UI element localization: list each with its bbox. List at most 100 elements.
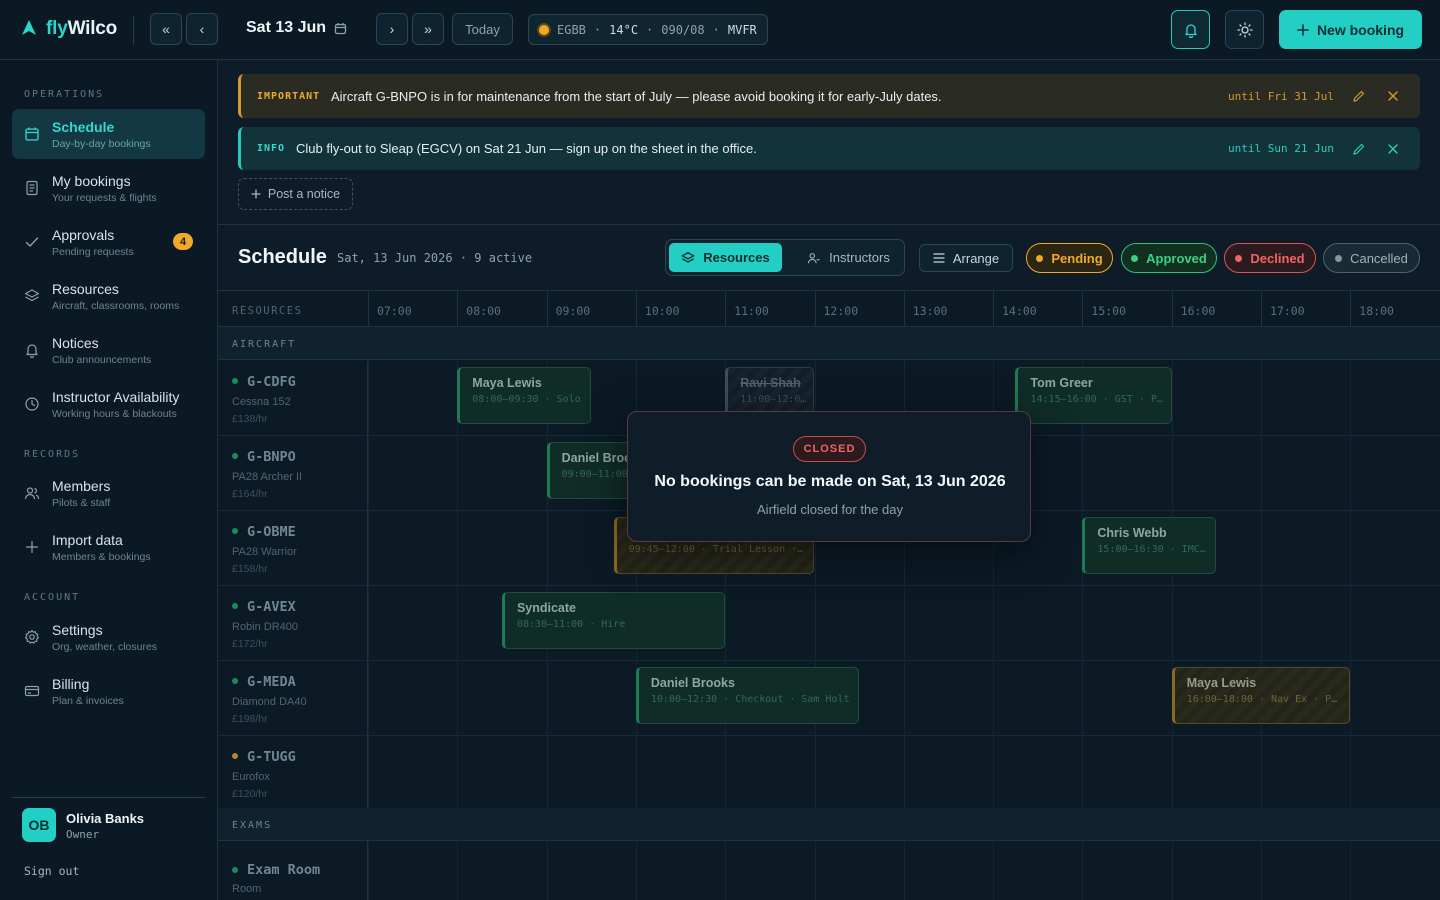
resource-row[interactable]: G-AVEX Robin DR400 £172/hr: [218, 586, 1440, 661]
sidebar-item-instructor-availability[interactable]: Instructor Availability Working hours & …: [12, 379, 205, 429]
gear-icon: [24, 629, 40, 644]
sign-out-link[interactable]: Sign out: [24, 864, 79, 878]
sidebar-item-subtitle: Day-by-day bookings: [52, 138, 151, 150]
booking-block[interactable]: Maya Lewis 08:00–09:30 · Solo: [457, 367, 592, 424]
chevron-right-icon: ›: [389, 21, 395, 37]
pencil-icon[interactable]: [1352, 142, 1366, 156]
theme-toggle-button[interactable]: [1225, 10, 1264, 49]
sidebar-item-notices[interactable]: Notices Club announcements: [12, 325, 205, 375]
sidebar-item-title: My bookings: [52, 173, 131, 189]
sidebar-item-settings[interactable]: Settings Org, weather, closures: [12, 612, 205, 662]
close-icon[interactable]: [1386, 142, 1400, 156]
resource-row[interactable]: Exam Room Room: [218, 841, 1440, 900]
group-header-aircraft: AIRCRAFT: [218, 327, 1440, 360]
filter-approved[interactable]: Approved: [1121, 243, 1217, 273]
avatar[interactable]: OB: [22, 808, 56, 842]
next-day-button[interactable]: ›: [376, 13, 408, 45]
resource-row[interactable]: G-TUGG Eurofox £120/hr: [218, 736, 1440, 811]
hour-label: 15:00: [1091, 304, 1127, 318]
brand-logo[interactable]: flyWilco: [20, 18, 117, 40]
sidebar-item-resources[interactable]: Resources Aircraft, classrooms, rooms: [12, 271, 205, 321]
sidebar-item-billing[interactable]: Billing Plan & invoices: [12, 666, 205, 716]
resource-label[interactable]: Exam Room Room: [218, 841, 368, 900]
prev-day-button[interactable]: ‹: [186, 13, 218, 45]
next-week-button[interactable]: »: [412, 13, 444, 45]
hour-column-header: 08:00: [457, 291, 546, 328]
prev-week-button[interactable]: «: [150, 13, 182, 45]
hour-label: 12:00: [823, 304, 859, 318]
sidebar-item-approvals[interactable]: Approvals Pending requests 4: [12, 217, 205, 267]
time-header: RESOURCES 07:00 08:00 09:00 10:00 11:00 12:00…: [218, 290, 1440, 328]
post-notice-button[interactable]: Post a notice: [238, 178, 353, 210]
notice-tag: IMPORTANT: [257, 90, 321, 102]
filter-cancelled[interactable]: Cancelled: [1323, 243, 1420, 273]
close-icon[interactable]: [1386, 89, 1400, 103]
sidebar-item-title: Settings: [52, 622, 103, 638]
new-booking-button[interactable]: New booking: [1279, 10, 1422, 49]
hour-column-header: 07:00: [368, 291, 457, 328]
plus-icon: [25, 540, 39, 554]
today-button[interactable]: Today: [452, 13, 513, 45]
resource-label[interactable]: G-TUGG Eurofox £120/hr: [218, 736, 368, 811]
sidebar-item-import-data[interactable]: Import data Members & bookings: [12, 522, 205, 572]
hour-label: 17:00: [1270, 304, 1305, 318]
hour-column-header: 15:00: [1082, 291, 1171, 328]
resource-label[interactable]: G-BNPO PA28 Archer II £164/hr: [218, 436, 368, 511]
resource-label[interactable]: G-CDFG Cessna 152 £138/hr: [218, 361, 368, 436]
tab-resources[interactable]: Resources: [669, 243, 782, 272]
booking-block[interactable]: Syndicate 08:30–11:00 · Hire: [501, 592, 726, 649]
sidebar-item-title: Instructor Availability: [52, 389, 180, 405]
booking-block[interactable]: Maya Lewis 16:00–18:00 · Nav Ex · P…: [1171, 667, 1351, 724]
layers-icon: [681, 251, 695, 263]
weather-temp: 14°C: [609, 22, 639, 37]
sidebar-item-title: Resources: [52, 281, 119, 297]
sidebar-item-subtitle: Working hours & blackouts: [52, 408, 177, 420]
booking-detail: 08:30–11:00 · Hire: [516, 619, 626, 630]
separator-dot: ·: [646, 22, 654, 37]
status-dot: [232, 453, 238, 459]
room-name: Exam Room: [247, 862, 321, 878]
brand-suffix: Wilco: [67, 18, 118, 39]
bell-icon: [1184, 23, 1197, 38]
section-label-account: ACCOUNT: [24, 592, 81, 603]
aircraft-registration: G-CDFG: [247, 374, 296, 390]
user-role: Owner: [66, 828, 100, 841]
tab-instructors[interactable]: Instructors: [796, 243, 901, 272]
card-icon: [24, 685, 40, 697]
sidebar-item-subtitle: Pilots & staff: [52, 497, 111, 509]
booking-name: Maya Lewis: [472, 376, 542, 390]
sun-icon: [1236, 21, 1253, 38]
calendar-icon[interactable]: [334, 22, 347, 35]
check-icon: [25, 237, 39, 247]
status-dot: [232, 753, 238, 759]
notice-info: INFO Club fly-out to Sleap (EGCV) on Sat…: [238, 127, 1420, 170]
aircraft-registration: G-AVEX: [247, 599, 296, 615]
sidebar-item-schedule[interactable]: Schedule Day-by-day bookings: [12, 109, 205, 159]
booking-detail: 08:00–09:30 · Solo: [472, 394, 581, 405]
resource-label[interactable]: G-OBME PA28 Warrior £158/hr: [218, 511, 368, 586]
aircraft-registration: G-BNPO: [247, 449, 296, 465]
aircraft-model: PA28 Archer II: [232, 471, 303, 483]
booking-block[interactable]: Tom Greer 14:15–16:00 · GST · P…: [1015, 367, 1172, 424]
users-icon: [807, 252, 820, 263]
booking-block[interactable]: Daniel Brooks 10:00–12:30 · Checkout · Sa…: [635, 667, 860, 724]
document-icon: [26, 180, 38, 196]
sidebar-item-members[interactable]: Members Pilots & staff: [12, 468, 205, 518]
filter-declined[interactable]: Declined: [1224, 243, 1316, 273]
arrange-button[interactable]: Arrange: [919, 244, 1013, 272]
notifications-button[interactable]: [1171, 10, 1210, 49]
filter-pending[interactable]: Pending: [1026, 243, 1113, 273]
weather-status-dot: [539, 24, 549, 35]
weather-wind: 090/08: [661, 22, 705, 37]
sidebar-item-subtitle: Plan & invoices: [52, 695, 124, 707]
filter-label: Approved: [1146, 250, 1207, 266]
sidebar-item-my-bookings[interactable]: My bookings Your requests & flights: [12, 163, 205, 213]
booking-name: Ravi Shah: [740, 376, 801, 390]
booking-block[interactable]: Chris Webb 15:00–16:30 · IMC…: [1082, 517, 1217, 574]
weather-widget[interactable]: EGBB · 14°C · 090/08 · MVFR: [528, 14, 768, 45]
current-date[interactable]: Sat 13 Jun: [246, 19, 326, 37]
notice-important: IMPORTANT Aircraft G-BNPO is in for main…: [238, 74, 1420, 118]
resource-label[interactable]: G-MEDA Diamond DA40 £198/hr: [218, 661, 368, 736]
resource-label[interactable]: G-AVEX Robin DR400 £172/hr: [218, 586, 368, 661]
pencil-icon[interactable]: [1352, 89, 1366, 103]
